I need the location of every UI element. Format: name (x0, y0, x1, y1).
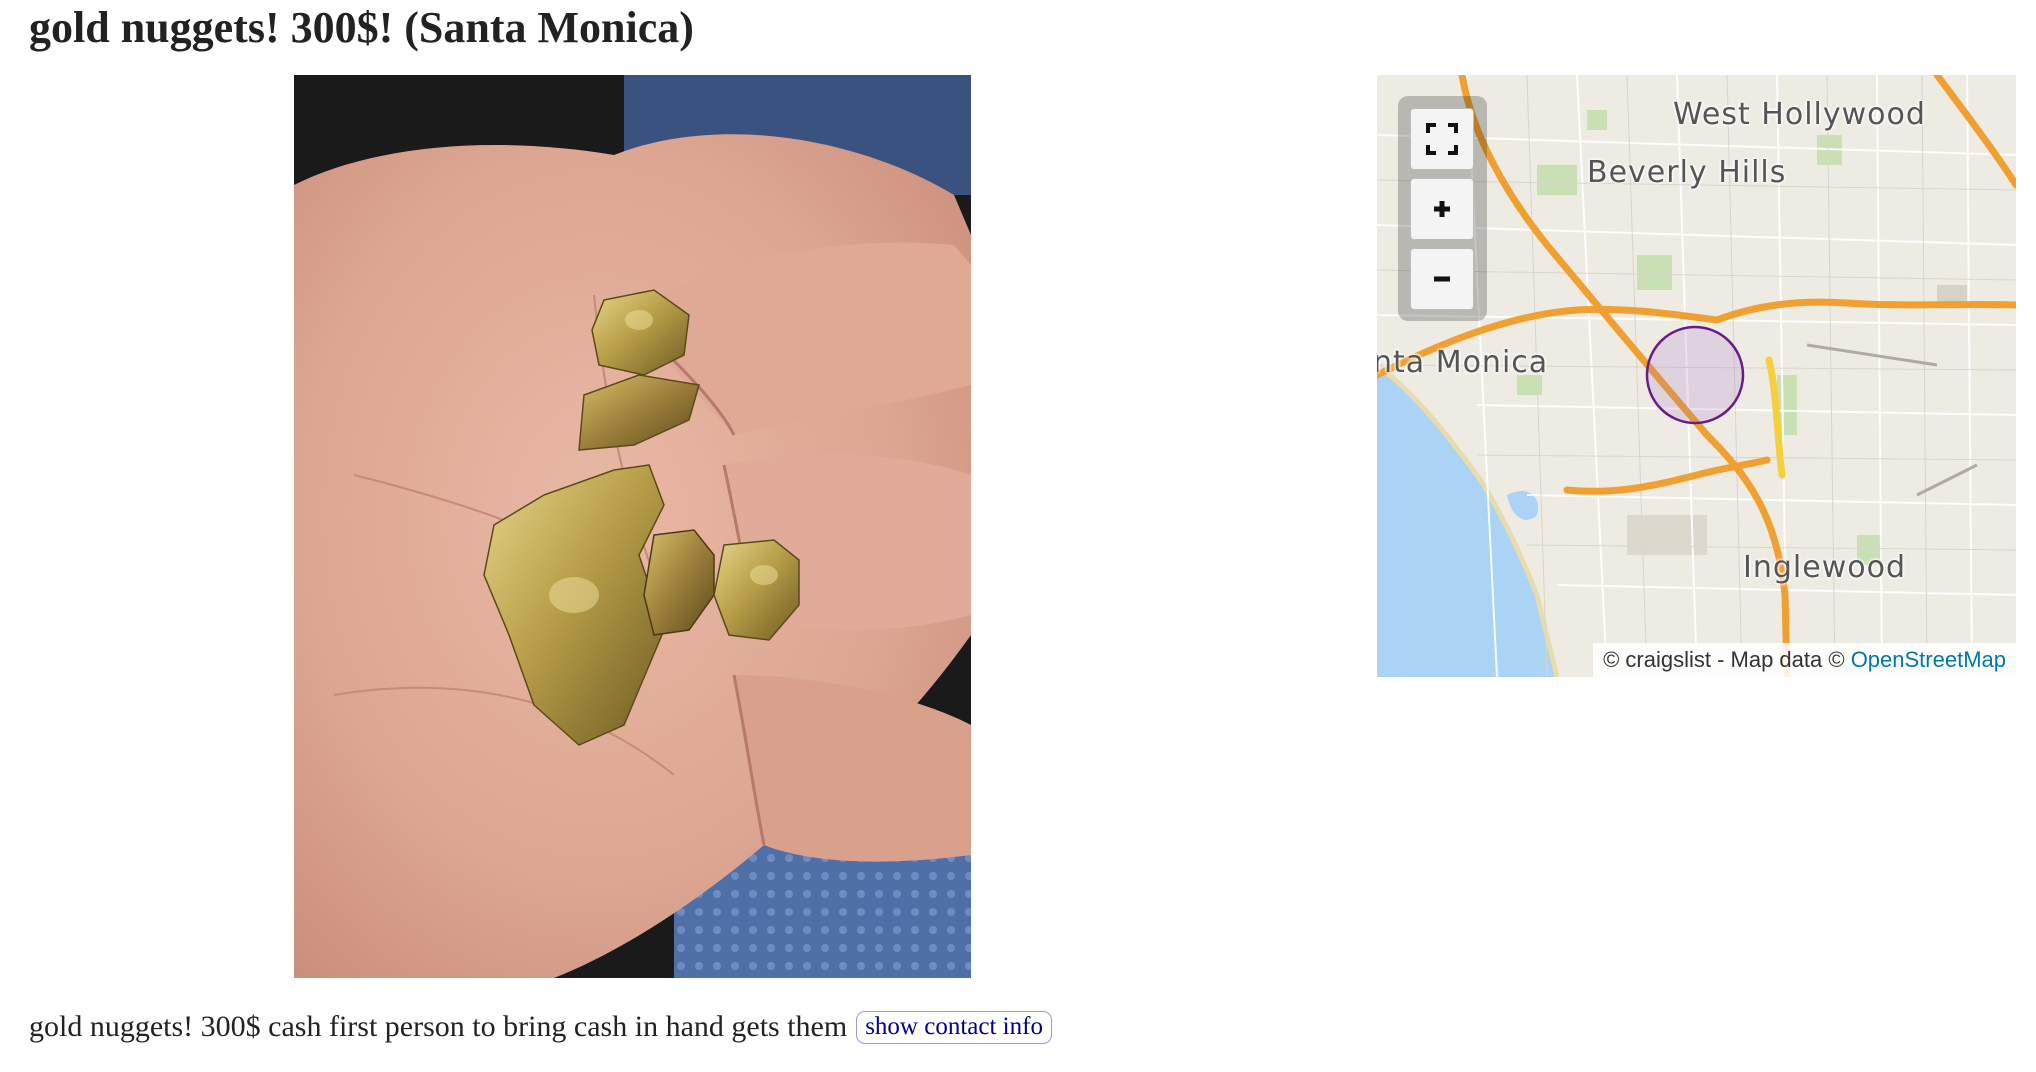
gold-nuggets-photo (294, 75, 971, 978)
fullscreen-button[interactable] (1410, 108, 1474, 170)
zoom-out-button[interactable] (1410, 248, 1474, 310)
openstreetmap-link[interactable]: OpenStreetMap (1851, 647, 2006, 672)
show-contact-info-button[interactable]: show contact info (856, 1010, 1052, 1044)
zoom-in-icon (1434, 201, 1450, 217)
map-attribution: © craigslist - Map data © OpenStreetMap (1593, 643, 2016, 677)
map-controls (1398, 96, 1487, 321)
map-label-inglewood: Inglewood (1743, 550, 1906, 585)
post-body: gold nuggets! 300$ cash first person to … (29, 1010, 1052, 1044)
attribution-text: © craigslist - Map data © (1603, 647, 1845, 672)
map-label-santa-monica: nta Monica (1377, 345, 1549, 380)
post-body-text: gold nuggets! 300$ cash first person to … (29, 1010, 848, 1043)
zoom-out-icon (1434, 276, 1450, 282)
location-map[interactable]: West Hollywood Beverly Hills nta Monica … (1377, 75, 2016, 677)
map-label-beverly-hills: Beverly Hills (1587, 155, 1787, 190)
zoom-in-button[interactable] (1410, 178, 1474, 240)
map-label-west-hollywood: West Hollywood (1673, 97, 1926, 132)
fullscreen-icon (1426, 123, 1458, 155)
post-title: gold nuggets! 300$! (Santa Monica) (29, 3, 694, 52)
listing-photo[interactable] (294, 75, 971, 978)
